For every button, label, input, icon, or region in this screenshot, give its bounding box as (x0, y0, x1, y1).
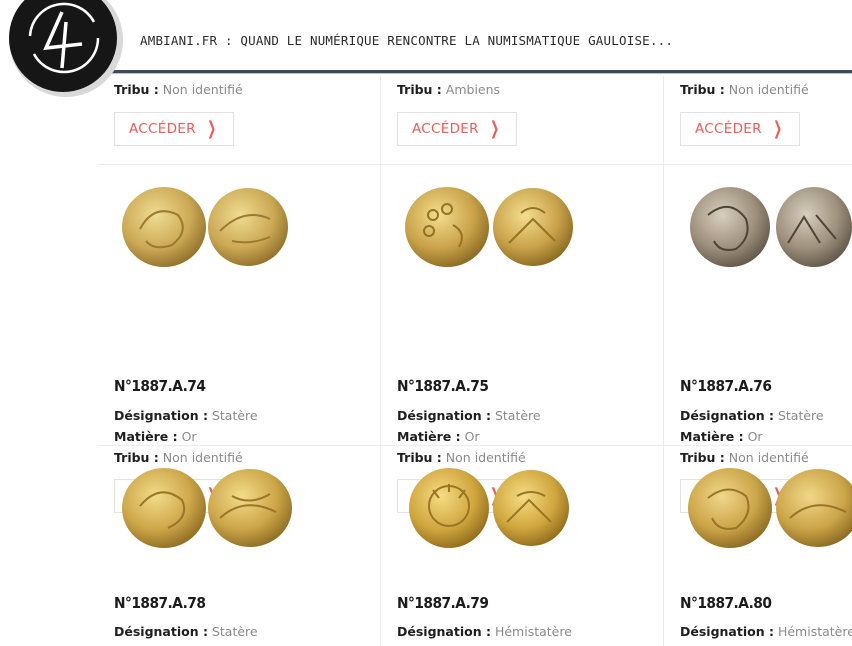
coin-card: Tribu : Non identifié ACCÉDER ❯ (98, 76, 381, 164)
chevron-right-icon: ❯ (206, 118, 217, 139)
coin-card: N°1887.A.74 Désignation : Statère Matièr… (98, 165, 381, 513)
site-title[interactable]: AMBIANI.FR : QUAND LE NUMÉRIQUE RENCONTR… (140, 33, 673, 48)
access-label: ACCÉDER (129, 121, 196, 137)
coin-image[interactable] (120, 466, 300, 550)
coin-card: N°1887.A.76 Désignation : Statère Matièr… (664, 165, 852, 513)
coin-card: N°1887.A.79 Désignation : Hémistatère (381, 446, 664, 646)
tribu-field: Tribu : Ambiens (397, 82, 500, 97)
designation-value: Hémistatère (777, 624, 852, 639)
access-label: ACCÉDER (695, 121, 762, 137)
designation-value: Statère (211, 624, 258, 639)
designation-label: Désignation : (114, 408, 208, 423)
designation-field: Désignation : Statère (397, 408, 541, 423)
designation-field: Désignation : Statère (114, 408, 258, 423)
coin-number[interactable]: N°1887.A.80 (680, 594, 772, 612)
coin-image[interactable] (403, 466, 583, 550)
tribu-value: Ambiens (445, 82, 501, 97)
coin-image[interactable] (120, 185, 300, 269)
access-button[interactable]: ACCÉDER ❯ (397, 112, 518, 146)
coin-card: N°1887.A.75 Désignation : Statère Matièr… (381, 165, 664, 513)
coin-row: Tribu : Non identifié ACCÉDER ❯ Tribu : A… (98, 76, 852, 165)
coin-number[interactable]: N°1887.A.76 (680, 377, 772, 395)
access-button[interactable]: ACCÉDER ❯ (680, 112, 801, 146)
access-label: ACCÉDER (412, 121, 479, 137)
matiere-label: Matière : (397, 429, 461, 444)
matiere-field: Matière : Or (397, 429, 480, 444)
tribu-field: Tribu : Non identifié (680, 82, 809, 97)
header-divider-shadow (112, 73, 852, 74)
designation-value: Statère (777, 408, 824, 423)
coin-number[interactable]: N°1887.A.78 (114, 594, 206, 612)
site-header: AMBIANI.FR : QUAND LE NUMÉRIQUE RENCONTR… (0, 0, 852, 76)
designation-label: Désignation : (114, 624, 208, 639)
matiere-label: Matière : (114, 429, 178, 444)
coin-number[interactable]: N°1887.A.75 (397, 377, 489, 395)
designation-label: Désignation : (397, 624, 491, 639)
designation-field: Désignation : Hémistatère (397, 624, 572, 639)
tribu-label: Tribu : (397, 82, 442, 97)
designation-field: Désignation : Hémistatère (680, 624, 852, 639)
designation-value: Hémistatère (494, 624, 572, 639)
coin-number[interactable]: N°1887.A.79 (397, 594, 489, 612)
coin-image[interactable] (403, 185, 583, 269)
matiere-value: Or (747, 429, 763, 444)
tribu-label: Tribu : (114, 82, 159, 97)
coin-number[interactable]: N°1887.A.74 (114, 377, 206, 395)
designation-label: Désignation : (397, 408, 491, 423)
matiere-field: Matière : Or (680, 429, 763, 444)
coin-card: Tribu : Ambiens ACCÉDER ❯ (381, 76, 664, 164)
chevron-right-icon: ❯ (489, 118, 500, 139)
tribu-value: Non identifié (162, 82, 243, 97)
matiere-value: Or (181, 429, 197, 444)
coin-row: N°1887.A.78 Désignation : Statère N°1887… (98, 446, 852, 646)
coin-image[interactable] (686, 466, 852, 550)
coin-grid: Tribu : Non identifié ACCÉDER ❯ Tribu : A… (98, 76, 852, 646)
designation-label: Désignation : (680, 624, 774, 639)
designation-field: Désignation : Statère (680, 408, 824, 423)
matiere-label: Matière : (680, 429, 744, 444)
designation-label: Désignation : (680, 408, 774, 423)
coin-row: N°1887.A.74 Désignation : Statère Matièr… (98, 165, 852, 513)
designation-value: Statère (494, 408, 541, 423)
coin-card: N°1887.A.78 Désignation : Statère (98, 446, 381, 646)
matiere-value: Or (464, 429, 480, 444)
designation-field: Désignation : Statère (114, 624, 258, 639)
coin-card: Tribu : Non identifié ACCÉDER ❯ (664, 76, 852, 164)
coin-image[interactable] (686, 185, 852, 269)
tribu-value: Non identifié (728, 82, 809, 97)
tribu-label: Tribu : (680, 82, 725, 97)
matiere-field: Matière : Or (114, 429, 197, 444)
access-button[interactable]: ACCÉDER ❯ (114, 112, 235, 146)
tribu-field: Tribu : Non identifié (114, 82, 243, 97)
designation-value: Statère (211, 408, 258, 423)
coin-card: N°1887.A.80 Désignation : Hémistatère (664, 446, 852, 646)
chevron-right-icon: ❯ (772, 118, 783, 139)
